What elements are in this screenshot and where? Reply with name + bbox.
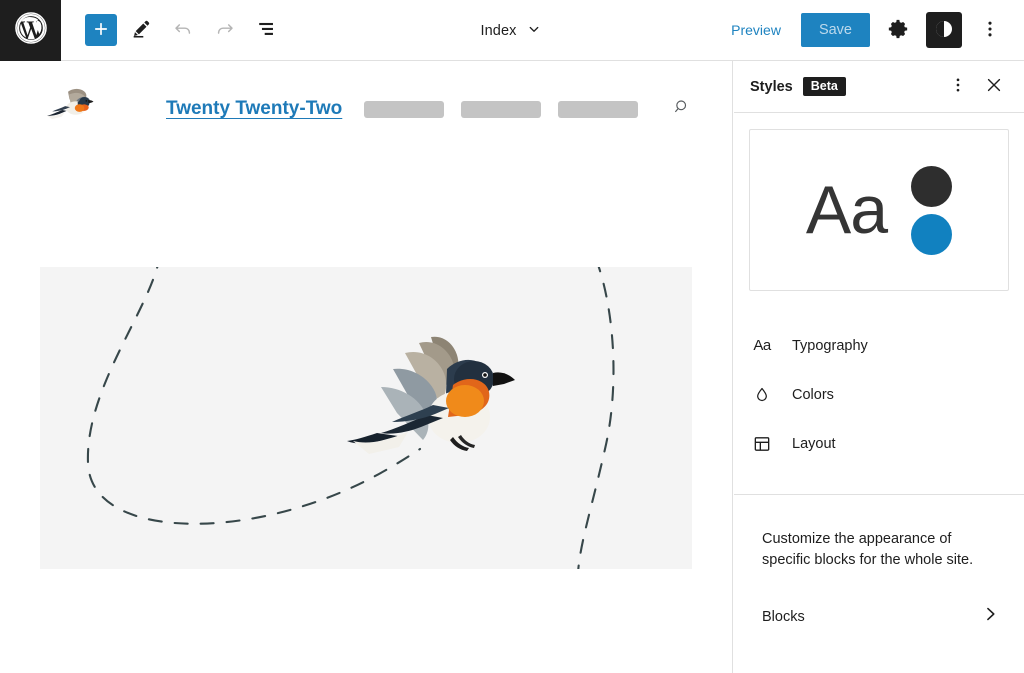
droplet-icon bbox=[750, 383, 774, 407]
bird-site-logo-icon bbox=[40, 85, 98, 133]
styles-menu-item-layout[interactable]: Layout bbox=[750, 419, 1008, 468]
document-title-dropdown[interactable]: Index bbox=[473, 16, 552, 46]
blocks-description: Customize the appearance of specific blo… bbox=[762, 531, 974, 568]
document-title-label: Index bbox=[480, 22, 517, 39]
redo-button[interactable] bbox=[207, 12, 243, 48]
editor-canvas[interactable]: Twenty Twenty-Two bbox=[0, 61, 733, 673]
gear-icon bbox=[887, 18, 909, 43]
styles-menu-label: Colors bbox=[792, 386, 834, 403]
close-icon bbox=[984, 75, 1004, 98]
swatch-blue bbox=[911, 213, 953, 255]
styles-toggle-button[interactable] bbox=[926, 12, 962, 48]
styles-panel-title: Styles bbox=[750, 78, 793, 95]
preview-typography-sample: Aa bbox=[805, 172, 888, 248]
chevron-down-icon bbox=[525, 20, 543, 42]
site-navigation-block[interactable] bbox=[364, 97, 692, 122]
wordpress-logo-button[interactable] bbox=[0, 0, 61, 61]
site-header-block[interactable]: Twenty Twenty-Two bbox=[0, 61, 732, 157]
styles-more-menu-button[interactable] bbox=[940, 69, 976, 105]
typography-icon: Aa bbox=[753, 337, 771, 354]
styles-menu-label: Layout bbox=[792, 435, 836, 452]
options-menu-button[interactable] bbox=[972, 12, 1008, 48]
more-vertical-icon bbox=[979, 18, 1001, 43]
editor-toolbar: Preview Save Index bbox=[0, 0, 1024, 61]
styles-sidebar: Styles Beta Aa Aa Typography Colors Layo… bbox=[734, 61, 1024, 673]
wordpress-logo-icon bbox=[14, 11, 48, 50]
redo-icon bbox=[214, 18, 236, 43]
hero-image-block[interactable] bbox=[40, 267, 692, 569]
nav-placeholder-3[interactable] bbox=[558, 100, 638, 118]
save-button[interactable]: Save bbox=[800, 13, 870, 47]
add-block-button[interactable] bbox=[85, 14, 117, 46]
preview-button[interactable]: Preview bbox=[721, 16, 791, 44]
blocks-section: Customize the appearance of specific blo… bbox=[734, 495, 1024, 629]
toolbar-right-group: Preview Save bbox=[721, 12, 1024, 48]
pencil-icon bbox=[130, 18, 152, 43]
more-vertical-icon bbox=[948, 75, 968, 98]
list-view-icon bbox=[256, 18, 278, 43]
list-view-button[interactable] bbox=[249, 12, 285, 48]
layout-icon bbox=[750, 432, 774, 456]
chevron-right-icon bbox=[980, 604, 1000, 629]
styles-menu-label: Typography bbox=[792, 337, 868, 354]
styles-menu-list: Aa Typography Colors Layout bbox=[734, 321, 1024, 468]
search-button[interactable] bbox=[672, 97, 692, 122]
blocks-label: Blocks bbox=[762, 608, 805, 625]
contrast-circle-icon bbox=[932, 17, 956, 44]
search-icon bbox=[672, 97, 692, 122]
plus-icon bbox=[91, 19, 111, 42]
undo-button[interactable] bbox=[165, 12, 201, 48]
beta-badge: Beta bbox=[802, 76, 846, 97]
nav-placeholder-1[interactable] bbox=[364, 100, 444, 118]
undo-icon bbox=[172, 18, 194, 43]
toolbar-left-group bbox=[61, 12, 285, 48]
site-title-link[interactable]: Twenty Twenty-Two bbox=[166, 98, 342, 120]
styles-menu-item-colors[interactable]: Colors bbox=[750, 370, 1008, 419]
preview-color-swatches bbox=[911, 165, 953, 255]
edit-tool-button[interactable] bbox=[123, 12, 159, 48]
styles-menu-item-typography[interactable]: Aa Typography bbox=[750, 321, 1008, 370]
close-styles-button[interactable] bbox=[976, 69, 1012, 105]
settings-button[interactable] bbox=[880, 12, 916, 48]
nav-placeholder-2[interactable] bbox=[461, 100, 541, 118]
styles-sidebar-header: Styles Beta bbox=[734, 61, 1024, 113]
swatch-dark bbox=[911, 165, 953, 207]
hero-bird-icon bbox=[335, 329, 540, 474]
blocks-nav-row[interactable]: Blocks bbox=[762, 604, 1000, 629]
style-preview-card[interactable]: Aa bbox=[749, 129, 1009, 291]
